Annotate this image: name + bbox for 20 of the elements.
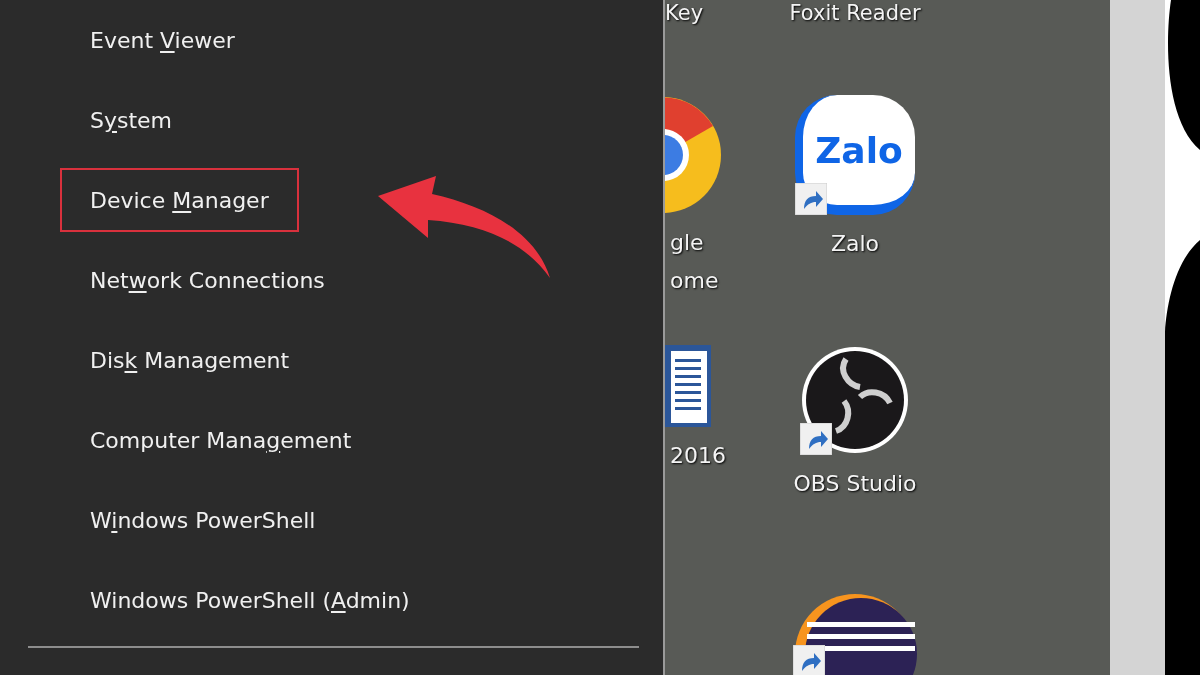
menu-item[interactable]: Windows PowerShell (Admin)	[60, 568, 440, 632]
desktop-icon-label: Key	[665, 0, 704, 27]
chat-app-icon[interactable]: Zalo	[795, 95, 915, 215]
menu-item[interactable]: Event Viewer	[60, 8, 265, 72]
desktop-icon-label: gle	[670, 229, 704, 257]
desktop-icon-label: Zalo	[830, 230, 880, 258]
menu-item[interactable]: Computer Management	[60, 408, 382, 472]
recorder-icon[interactable]	[800, 345, 910, 455]
browser-icon[interactable]	[665, 95, 721, 215]
desktop-icon-label: Foxit Reader	[789, 0, 921, 27]
menu-item[interactable]: System	[60, 88, 203, 152]
logo-text: Zalo	[815, 129, 903, 171]
menu-item[interactable]: Network Connections	[60, 248, 355, 312]
desktop-icon-label: ome	[670, 267, 719, 295]
desktop-icon-label: 2016	[670, 442, 726, 470]
menu-item[interactable]: Device Manager	[60, 168, 299, 232]
document-icon[interactable]	[665, 345, 711, 427]
menu-item[interactable]: Disk Management	[60, 328, 320, 392]
menu-item[interactable]: Windows PowerShell	[60, 488, 346, 552]
desktop-icon-label: OBS Studio	[793, 470, 917, 498]
